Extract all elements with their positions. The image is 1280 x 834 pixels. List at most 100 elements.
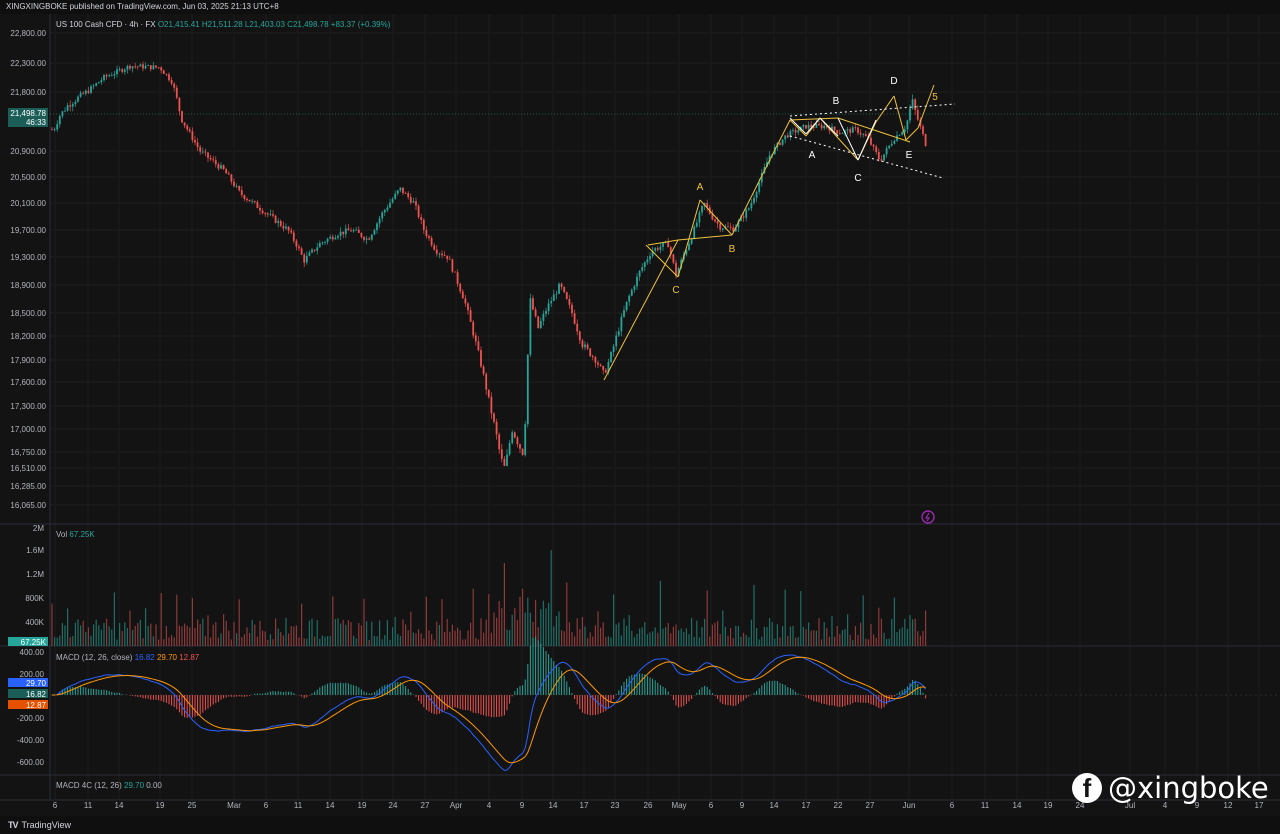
volume-bar [428, 630, 430, 646]
macd-hist-bar [116, 692, 118, 695]
candle-body [656, 248, 659, 250]
candle-body [209, 157, 212, 160]
candle-body [693, 226, 696, 239]
volume-bar [763, 626, 765, 646]
candle-body [558, 283, 560, 294]
volume-bar [262, 630, 264, 646]
candle-body [701, 205, 703, 213]
candle-body [506, 454, 508, 466]
volume-bar [207, 615, 209, 646]
candle-body [747, 208, 750, 210]
macd-hist-bar [490, 695, 492, 718]
candle-body [594, 357, 597, 363]
volume-bar [178, 625, 180, 646]
volume-bar [113, 592, 115, 646]
macd-hist-bar [98, 689, 100, 695]
volume-bar [446, 618, 448, 646]
macd-hist-bar [535, 636, 537, 695]
volume-bar [571, 631, 573, 646]
volume-bar [295, 625, 297, 646]
volume-bar [558, 611, 560, 646]
candle-body [638, 270, 641, 277]
candle-body [157, 67, 160, 69]
volume-bar [238, 599, 240, 646]
candle-body [649, 256, 651, 260]
candle-body [836, 130, 839, 134]
volume-bar [373, 636, 375, 646]
volume-bar [230, 639, 232, 646]
candle-body [922, 126, 924, 135]
macd-hist-bar [545, 650, 547, 695]
volume-bar [215, 622, 217, 646]
candle-body [113, 74, 116, 76]
macd-hist-bar [787, 687, 789, 695]
macd-hist-bar [496, 695, 498, 717]
volume-bar [340, 623, 342, 646]
candle-body [534, 309, 537, 317]
volume-bar [815, 630, 817, 646]
candle-body [472, 321, 475, 336]
price-chart[interactable]: A B C A B C D E 5 22,800.00 22,300.00 21,800.00 20,… [0, 14, 1280, 816]
change-value: +83.37 (+0.39%) [330, 20, 391, 29]
time-tick: 14 [770, 801, 779, 810]
macd-hist-bar [828, 695, 830, 706]
macd-hist-bar [360, 689, 362, 695]
macd-hist-bar [719, 695, 721, 703]
macd-badge-signal-text: 29.70 [26, 679, 47, 688]
candle-body [56, 124, 59, 130]
candle-body [318, 243, 321, 248]
macd4c-label: MACD 4C (12, 26) [56, 781, 122, 790]
macd-hist-bar [277, 691, 279, 695]
volume-bar [77, 619, 79, 646]
candle-body [571, 304, 573, 314]
volume-bar [301, 603, 303, 646]
macd-hist-bar [347, 683, 349, 695]
candle-body [864, 134, 867, 137]
macd-hist-bar [844, 695, 846, 706]
candle-body [779, 142, 781, 145]
candle-body [448, 258, 451, 260]
candle-body [264, 213, 267, 215]
macd-hist-bar [735, 695, 737, 706]
candle-body [443, 255, 446, 257]
volume-bar [784, 589, 786, 646]
candle-body [729, 226, 732, 228]
volume-bar [787, 636, 789, 646]
candle-body [636, 276, 638, 287]
volume-bar [269, 634, 271, 646]
volume-bar [886, 638, 888, 646]
volume-bar [360, 625, 362, 646]
macd-hist-bar [405, 686, 407, 695]
tradingview-logo[interactable]: TV TradingView [8, 816, 71, 834]
candle-body [654, 248, 657, 251]
volume-bar [332, 596, 334, 646]
price-tick: 18,200.00 [10, 332, 46, 341]
macd-hist-bar [446, 695, 448, 710]
volume-bar [423, 638, 425, 646]
macd-hist-bar [103, 689, 105, 695]
publisher-text: XINGXINGBOKE published on TradingView.co… [6, 2, 279, 11]
macd-hist-bar [220, 695, 222, 700]
volume-bar [553, 626, 555, 646]
candle-body [95, 83, 98, 86]
candle-body [526, 354, 529, 425]
macd-hist-bar [584, 695, 586, 714]
candle-body [246, 198, 248, 200]
candle-body [87, 90, 90, 93]
volume-bar [431, 634, 433, 646]
volume-bar [693, 636, 695, 646]
candle-body [451, 259, 454, 272]
volume-bar [308, 620, 310, 646]
macd-hist-bar [337, 683, 339, 695]
volume-bar [158, 639, 160, 646]
symbol-label: US 100 Cash CFD · 4h · FX [56, 20, 156, 29]
volume-bar [303, 638, 305, 646]
macd-hist-bar [210, 695, 212, 707]
macd-hist-bar [314, 691, 316, 695]
macd-hist-bar [818, 695, 820, 703]
volume-bar [792, 625, 794, 646]
macd-hist-bar [841, 695, 843, 707]
volume-bar [823, 622, 825, 646]
candle-body [212, 159, 215, 161]
candle-body [916, 110, 919, 120]
